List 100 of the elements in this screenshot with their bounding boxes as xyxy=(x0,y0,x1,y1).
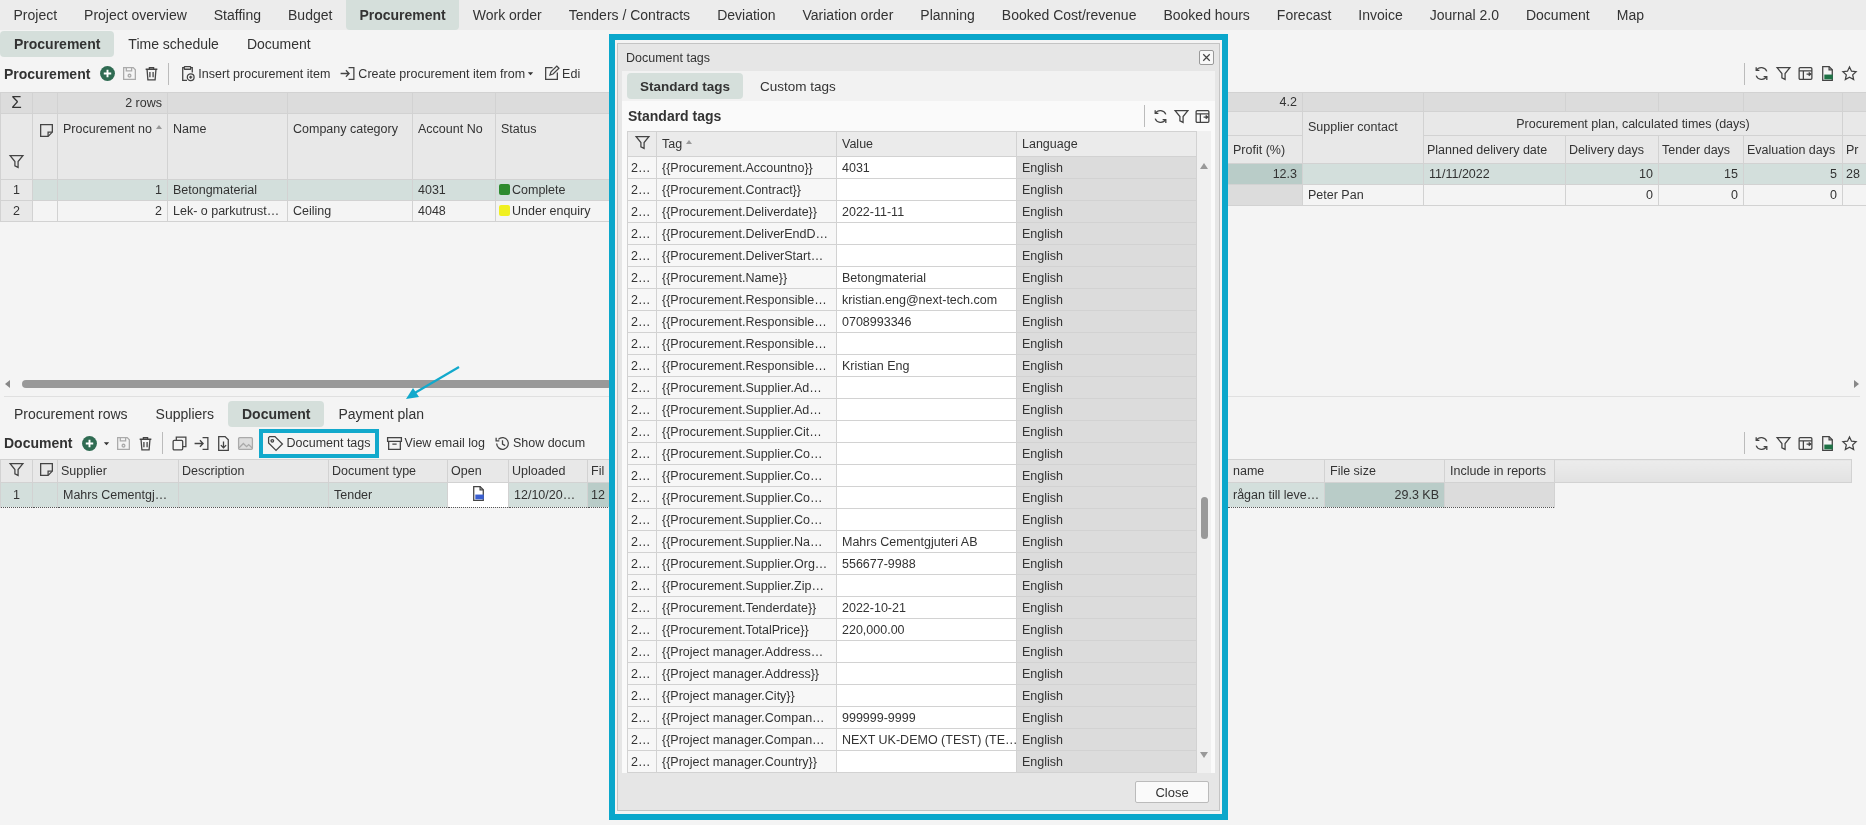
toolbar-button[interactable]: Create procurement item from xyxy=(337,60,537,87)
column-header[interactable]: Description xyxy=(178,459,329,483)
filter-icon[interactable] xyxy=(1173,107,1190,125)
table-cell: English xyxy=(1016,530,1197,553)
nav-tab[interactable]: Budget xyxy=(274,0,346,30)
filter-header[interactable] xyxy=(627,131,657,157)
toolbar-button[interactable]: Document tags xyxy=(259,428,379,458)
nav-tab[interactable]: Booked Cost/revenue xyxy=(988,0,1150,30)
nav-tab[interactable]: Deviation xyxy=(703,0,789,30)
column-chooser-icon[interactable] xyxy=(1797,434,1814,452)
table-cell: English xyxy=(1016,156,1197,179)
column-header[interactable]: Uploaded xyxy=(508,459,588,483)
table-row[interactable]: Peter Pan 0 0 0 xyxy=(1227,184,1866,206)
scroll-right-icon[interactable] xyxy=(1852,379,1860,389)
nav-tab[interactable]: Invoice xyxy=(1344,0,1417,30)
column-header[interactable]: Supplier contact xyxy=(1302,111,1424,164)
detail-tab[interactable]: Procurement rows xyxy=(0,401,142,427)
dialog-tab[interactable]: Standard tags xyxy=(627,73,744,99)
column-header[interactable]: File size xyxy=(1324,459,1445,483)
nav-tab[interactable]: Work order xyxy=(459,0,556,30)
column-header[interactable]: Account No xyxy=(412,113,496,180)
column-chooser-icon[interactable] xyxy=(1194,107,1211,125)
nav-tab[interactable]: Forecast xyxy=(1263,0,1345,30)
table-cell: NEXT UK-DEMO (TEST) (TE… xyxy=(836,728,1017,751)
caret-icon[interactable] xyxy=(103,439,111,447)
add-icon[interactable] xyxy=(81,434,99,452)
dialog-tab[interactable]: Custom tags xyxy=(747,73,849,99)
refresh-icon[interactable] xyxy=(1152,107,1169,125)
scrollbar-thumb[interactable] xyxy=(1200,497,1208,539)
column-header[interactable]: Pr xyxy=(1842,135,1866,164)
nav-tab[interactable]: Tenders / Contracts xyxy=(555,0,704,30)
column-header[interactable]: Supplier xyxy=(57,459,179,483)
column-header[interactable]: Status xyxy=(495,113,611,180)
column-header[interactable]: Delivery days xyxy=(1565,135,1659,164)
column-header[interactable]: Procurement no xyxy=(57,113,168,180)
column-header[interactable]: Value xyxy=(836,131,1017,157)
arrow-into-box-icon xyxy=(339,65,357,82)
nav-tab[interactable]: Map xyxy=(1603,0,1658,30)
sub-tab[interactable]: Time schedule xyxy=(114,31,233,57)
column-header[interactable]: Tender days xyxy=(1658,135,1744,164)
refresh-icon[interactable] xyxy=(1753,65,1770,82)
filter-icon[interactable] xyxy=(1775,434,1792,452)
filter-header[interactable] xyxy=(0,459,33,483)
nav-tab[interactable]: Document xyxy=(1512,0,1604,30)
detail-tab[interactable]: Suppliers xyxy=(141,401,228,427)
scroll-left-icon[interactable] xyxy=(4,379,12,389)
nav-tab[interactable]: Variation order xyxy=(789,0,907,30)
nav-tab[interactable]: Booked hours xyxy=(1149,0,1264,30)
close-button[interactable] xyxy=(1199,50,1214,65)
filter-header[interactable] xyxy=(0,113,33,180)
add-icon[interactable] xyxy=(99,65,117,82)
filter-icon[interactable] xyxy=(1775,65,1792,82)
detail-tab[interactable]: Document xyxy=(227,401,325,427)
column-header[interactable]: Profit (%) xyxy=(1227,135,1303,164)
arrow-into-box-icon[interactable] xyxy=(193,434,211,452)
filter-icon[interactable] xyxy=(8,153,25,170)
refresh-icon[interactable] xyxy=(1753,434,1770,452)
table-row[interactable]: 12.3 11/11/2022 10 15 5 28 xyxy=(1227,163,1866,185)
sub-tab[interactable]: Procurement xyxy=(0,31,115,57)
toolbar-button[interactable]: Insert procurement item xyxy=(177,60,333,87)
filter-icon[interactable] xyxy=(8,461,25,478)
nav-tab[interactable]: Procurement xyxy=(345,0,460,30)
filter-icon[interactable] xyxy=(633,134,651,151)
table-row[interactable]: rågan till leve… 29.3 KB xyxy=(1227,482,1852,508)
column-header[interactable]: Name xyxy=(167,113,288,180)
sub-tab[interactable]: Document xyxy=(232,31,325,57)
column-chooser-icon[interactable] xyxy=(1797,65,1814,82)
spreadsheet-file-icon[interactable] xyxy=(1819,65,1836,82)
table-cell: English xyxy=(1016,442,1197,465)
table-row[interactable]: 2 2 Lek- o parkutrust… Ceiling 4048 Under enquiry xyxy=(0,200,611,222)
copy-icon[interactable] xyxy=(171,434,189,452)
spreadsheet-file-icon[interactable] xyxy=(1819,434,1836,452)
vertical-scrollbar[interactable] xyxy=(1197,131,1211,773)
star-icon[interactable] xyxy=(1841,65,1858,82)
nav-tab[interactable]: Project overview xyxy=(70,0,201,30)
column-header[interactable]: Evaluation days xyxy=(1743,135,1843,164)
close-button[interactable]: Close xyxy=(1135,781,1209,803)
nav-tab[interactable]: Planning xyxy=(906,0,989,30)
column-header[interactable]: Include in reports xyxy=(1444,459,1555,483)
table-cell: {{Procurement.TotalPrice}} xyxy=(656,618,837,641)
nav-tab[interactable]: Staffing xyxy=(200,0,275,30)
column-header[interactable]: Language xyxy=(1016,131,1197,157)
row-number: 2… xyxy=(627,530,657,553)
column-header[interactable]: Tag xyxy=(656,131,837,157)
scrollbar-thumb[interactable] xyxy=(22,380,612,388)
toolbar-button[interactable]: Edi xyxy=(541,60,583,87)
nav-tab[interactable]: Journal 2.0 xyxy=(1416,0,1513,30)
table-row[interactable]: 1 Mahrs Cementgj… Tender 12/10/20… 12 xyxy=(0,482,611,508)
star-icon[interactable] xyxy=(1841,434,1858,452)
note-icon xyxy=(38,461,55,478)
table-row[interactable]: 1 1 Betongmaterial 4031 Complete xyxy=(0,179,611,201)
column-header[interactable]: Planned delivery date xyxy=(1423,135,1566,164)
toolbar-button[interactable]: View email log xyxy=(383,430,487,456)
column-header[interactable]: Open xyxy=(447,459,509,483)
nav-tab[interactable]: Project xyxy=(0,0,71,30)
column-header[interactable]: Company category xyxy=(287,113,413,180)
toolbar-button[interactable]: Show docum xyxy=(491,430,588,456)
detail-tab[interactable]: Payment plan xyxy=(324,401,439,427)
column-header[interactable]: Document type xyxy=(328,459,448,483)
column-header[interactable]: name xyxy=(1227,459,1325,483)
